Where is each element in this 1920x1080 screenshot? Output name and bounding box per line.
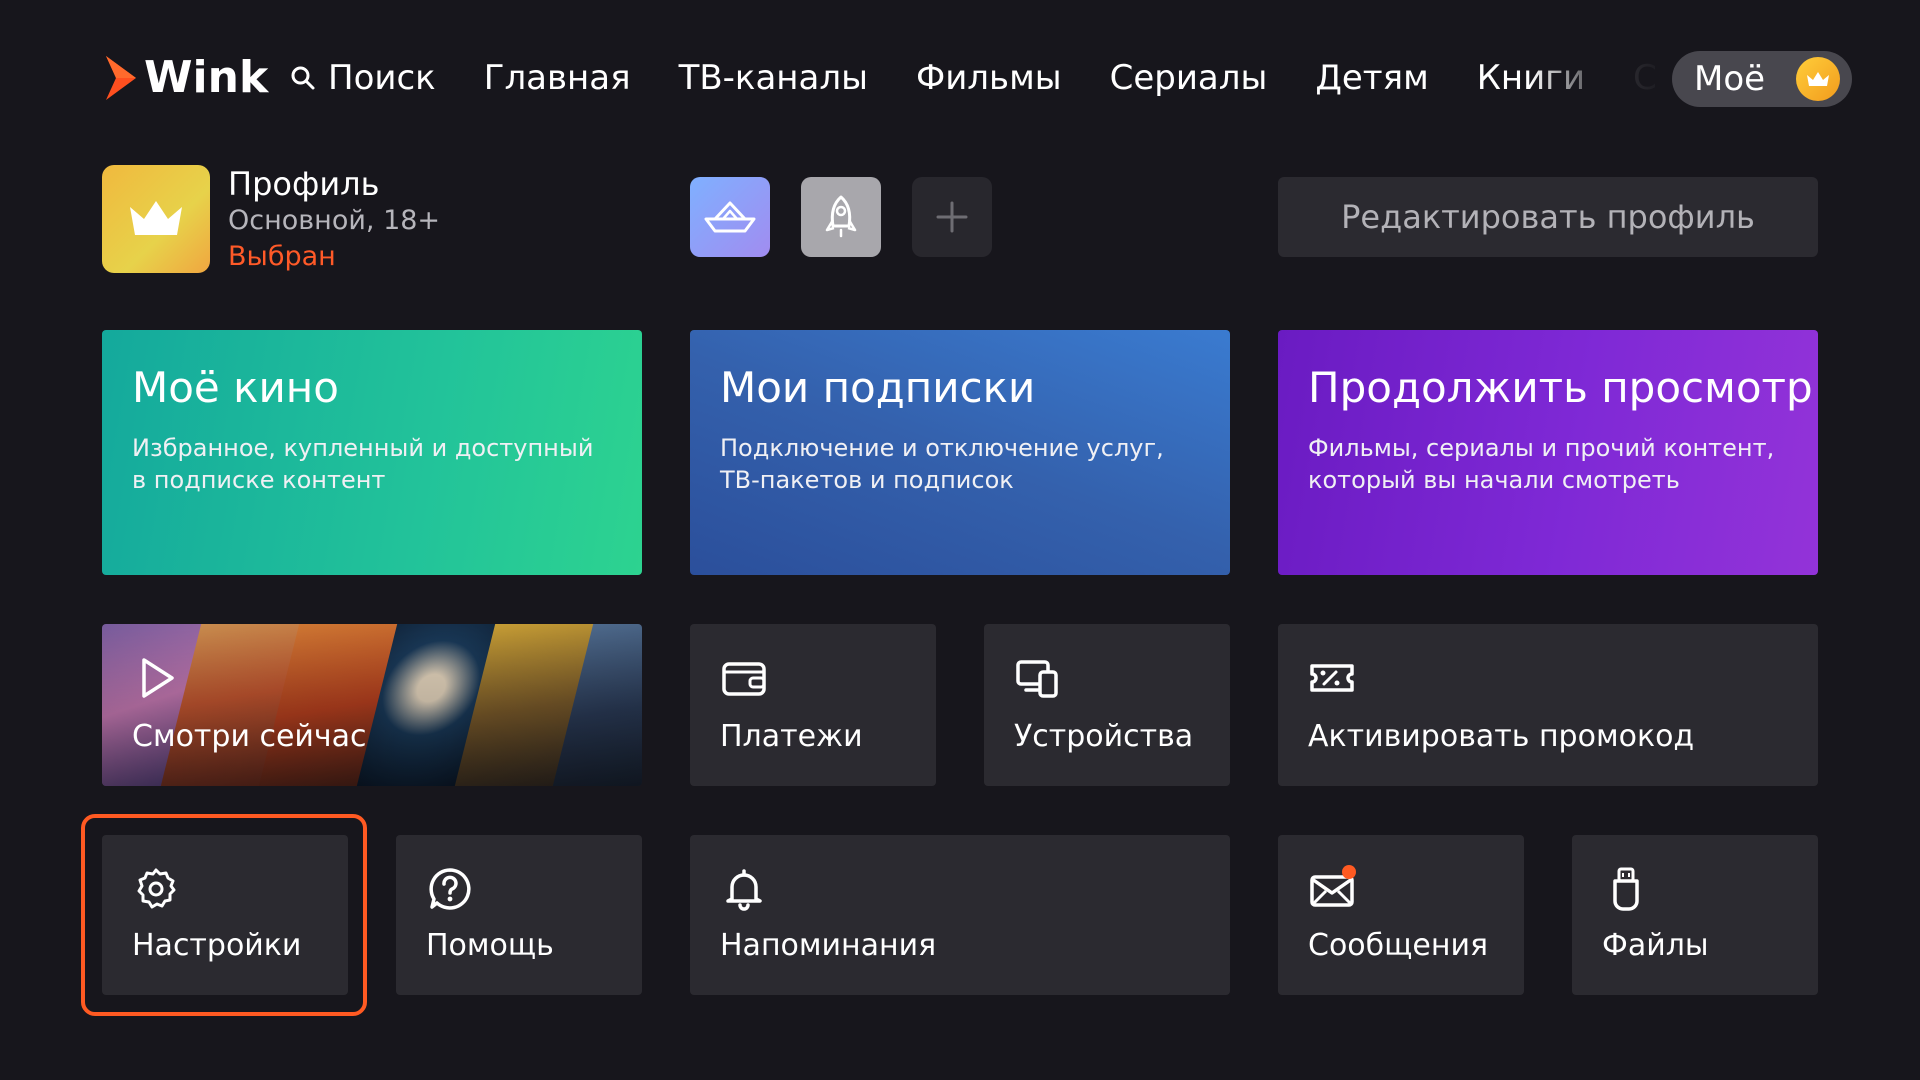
continue-watching-card[interactable]: Продолжить просмотр Фильмы, сериалы и пр… <box>1278 330 1818 575</box>
tile-label: Смотри сейчас <box>132 719 367 754</box>
tile-label: Устройства <box>1014 719 1194 754</box>
tile-label: Напоминания <box>720 928 937 963</box>
help-icon <box>429 868 471 910</box>
tile-label: Помощь <box>426 928 554 963</box>
help-tile[interactable]: Помощь <box>396 835 642 995</box>
crown-icon <box>1796 57 1840 101</box>
add-profile-button[interactable] <box>912 177 992 257</box>
watch-now-shade <box>102 624 642 786</box>
profile-name: Профиль <box>228 165 380 203</box>
nav-item-my-label: Моё <box>1694 59 1766 99</box>
profile-switch-rocket[interactable] <box>801 177 881 257</box>
nav-item-label: Поиск <box>328 58 436 98</box>
nav-item-label: Главная <box>483 58 631 98</box>
profile-status: Выбран <box>228 241 336 272</box>
nav-item-tv-channels[interactable]: ТВ-каналы <box>679 56 868 100</box>
profile-switch-boat[interactable] <box>690 177 770 257</box>
card-title: Мои подписки <box>720 363 1036 412</box>
nav-item-label: Детям <box>1315 58 1429 98</box>
devices-icon <box>1016 660 1058 698</box>
nav-item-label: Фильмы <box>915 58 1062 98</box>
wink-logo-mark-icon <box>106 56 136 100</box>
messages-tile[interactable]: Сообщения <box>1278 835 1524 995</box>
reminders-tile[interactable]: Напоминания <box>690 835 1230 995</box>
wink-logo-text: Wink <box>144 52 269 103</box>
focus-ring <box>81 814 367 1016</box>
play-icon <box>142 658 174 698</box>
card-description: Избранное, купленный и доступный в подпи… <box>132 434 594 494</box>
nav-item-my[interactable]: Моё <box>1672 51 1852 107</box>
nav-item-sport[interactable]: Спорт <box>1633 56 1660 100</box>
crown-icon <box>130 201 182 235</box>
card-title: Продолжить просмотр <box>1308 363 1813 412</box>
top-navigation: Wink Поиск Главная ТВ-каналы Фильмы Сери… <box>0 0 1920 160</box>
my-movies-card[interactable]: Моё кино Избранное, купленный и доступны… <box>102 330 642 575</box>
card-description: Фильмы, сериалы и прочий контент, которы… <box>1308 434 1775 494</box>
bell-icon <box>726 869 762 911</box>
tile-label: Активировать промокод <box>1308 719 1695 754</box>
nav-item-books[interactable]: Книги <box>1477 56 1585 100</box>
tile-label: Сообщения <box>1308 928 1489 963</box>
rocket-icon <box>825 195 857 238</box>
profile-info: Профиль Основной, 18+ Выбран <box>228 165 528 275</box>
unread-badge <box>1342 865 1356 879</box>
nav-item-series[interactable]: Сериалы <box>1110 56 1268 100</box>
edit-profile-button[interactable]: Редактировать профиль <box>1278 177 1818 257</box>
card-description: Подключение и отключение услуг, ТВ-пакет… <box>720 434 1164 494</box>
nav-item-label: ТВ-каналы <box>678 58 868 98</box>
devices-tile[interactable]: Устройства <box>984 624 1230 786</box>
payments-tile[interactable]: Платежи <box>690 624 936 786</box>
promo-ticket-icon <box>1310 664 1354 692</box>
watch-now-tile[interactable]: Смотри сейчас <box>102 624 642 786</box>
nav-menu: Поиск Главная ТВ-каналы Фильмы Сериалы Д… <box>290 56 1660 100</box>
search-icon <box>291 66 315 90</box>
edit-profile-label: Редактировать профиль <box>1341 198 1755 236</box>
files-tile[interactable]: Файлы <box>1572 835 1818 995</box>
card-title: Моё кино <box>132 363 339 412</box>
activate-promo-tile[interactable]: Активировать промокод <box>1278 624 1818 786</box>
nav-item-kids[interactable]: Детям <box>1315 56 1428 100</box>
tile-label: Платежи <box>720 719 863 754</box>
profile-avatar[interactable] <box>102 165 210 273</box>
wallet-icon <box>722 662 766 696</box>
nav-item-label: Книги <box>1476 58 1586 98</box>
nav-item-movies[interactable]: Фильмы <box>916 56 1062 100</box>
nav-item-label: Спорт <box>1633 58 1660 98</box>
my-subscriptions-card[interactable]: Мои подписки Подключение и отключение ус… <box>690 330 1230 575</box>
profile-subtitle: Основной, 18+ <box>228 205 441 236</box>
nav-item-search[interactable]: Поиск <box>290 56 436 100</box>
nav-item-home[interactable]: Главная <box>484 56 631 100</box>
nav-item-label: Сериалы <box>1109 58 1268 98</box>
wink-logo[interactable]: Wink <box>102 52 268 104</box>
plus-icon <box>936 201 968 233</box>
tile-label: Файлы <box>1602 928 1709 963</box>
usb-icon <box>1613 867 1639 911</box>
paper-boat-icon <box>704 201 756 233</box>
